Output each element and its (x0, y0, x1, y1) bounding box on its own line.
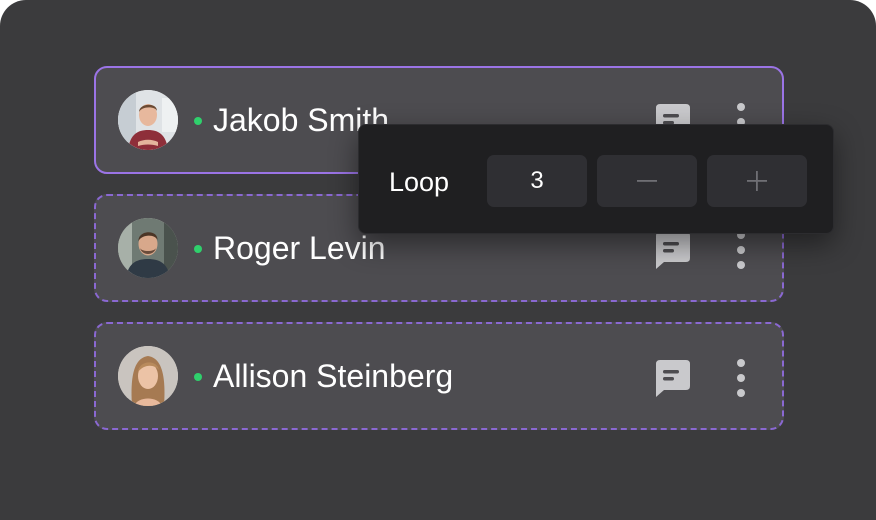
chat-bubble-icon[interactable] (652, 358, 692, 398)
loop-popover: Loop 3 (358, 124, 834, 234)
user-name: Allison Steinberg (213, 358, 454, 394)
more-vertical-icon[interactable] (730, 358, 752, 398)
more-vertical-icon[interactable] (730, 230, 752, 270)
user-name: Roger Levin (213, 230, 386, 266)
user-card-allison-steinberg[interactable]: Allison Steinberg (94, 322, 784, 430)
loop-count-value[interactable]: 3 (487, 155, 587, 207)
status-online-indicator (194, 117, 202, 125)
avatar (118, 90, 178, 150)
plus-icon (747, 171, 767, 191)
loop-increment-button[interactable] (707, 155, 807, 207)
status-online-indicator (194, 245, 202, 253)
loop-decrement-button[interactable] (597, 155, 697, 207)
avatar-photo (118, 218, 178, 278)
avatar (118, 218, 178, 278)
minus-icon (637, 180, 657, 182)
avatar (118, 346, 178, 406)
avatar-photo (118, 346, 178, 406)
avatar-photo (118, 90, 178, 150)
loop-label: Loop (389, 167, 450, 197)
chat-bubble-icon[interactable] (652, 230, 692, 270)
app-canvas: Jakob Smith Roger Levin Allison Steinber… (0, 0, 876, 520)
status-online-indicator (194, 373, 202, 381)
